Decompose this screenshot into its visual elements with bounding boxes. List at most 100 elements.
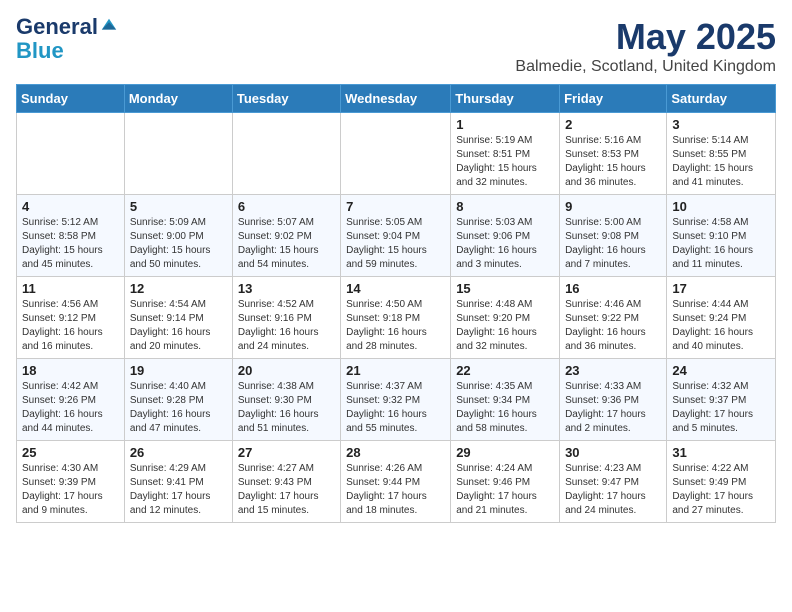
day-number: 14	[346, 281, 445, 296]
calendar-cell: 15 Sunrise: 4:48 AMSunset: 9:20 PMDayligh…	[451, 277, 560, 359]
calendar-cell: 20 Sunrise: 4:38 AMSunset: 9:30 PMDayligh…	[232, 359, 340, 441]
calendar-cell: 27 Sunrise: 4:27 AMSunset: 9:43 PMDayligh…	[232, 441, 340, 523]
day-info: Sunrise: 4:22 AMSunset: 9:49 PMDaylight:…	[672, 462, 770, 518]
day-number: 13	[238, 281, 335, 296]
day-info: Sunrise: 4:35 AMSunset: 9:34 PMDaylight:…	[456, 380, 554, 436]
day-number: 15	[456, 281, 554, 296]
calendar-week-3: 11 Sunrise: 4:56 AMSunset: 9:12 PMDayligh…	[17, 277, 776, 359]
day-info: Sunrise: 5:05 AMSunset: 9:04 PMDaylight:…	[346, 216, 445, 272]
day-number: 11	[22, 281, 119, 296]
calendar-cell: 2 Sunrise: 5:16 AMSunset: 8:53 PMDaylight…	[560, 113, 667, 195]
day-header-tuesday: Tuesday	[232, 85, 340, 113]
calendar-week-2: 4 Sunrise: 5:12 AMSunset: 8:58 PMDaylight…	[17, 195, 776, 277]
day-number: 23	[565, 363, 661, 378]
day-info: Sunrise: 4:40 AMSunset: 9:28 PMDaylight:…	[130, 380, 227, 436]
day-info: Sunrise: 4:42 AMSunset: 9:26 PMDaylight:…	[22, 380, 119, 436]
calendar-cell: 12 Sunrise: 4:54 AMSunset: 9:14 PMDayligh…	[124, 277, 232, 359]
calendar-table: SundayMondayTuesdayWednesdayThursdayFrid…	[16, 84, 776, 523]
month-title: May 2025	[515, 16, 776, 58]
day-number: 12	[130, 281, 227, 296]
calendar-cell: 14Sunrise: 4:50 AMSunset: 9:18 PMDayligh…	[341, 277, 451, 359]
calendar-cell: 17 Sunrise: 4:44 AMSunset: 9:24 PMDayligh…	[667, 277, 776, 359]
day-info: Sunrise: 4:30 AMSunset: 9:39 PMDaylight:…	[22, 462, 119, 518]
calendar-cell: 10 Sunrise: 4:58 AMSunset: 9:10 PMDayligh…	[667, 195, 776, 277]
calendar-cell	[124, 113, 232, 195]
calendar-cell: 18 Sunrise: 4:42 AMSunset: 9:26 PMDayligh…	[17, 359, 125, 441]
day-number: 25	[22, 445, 119, 460]
day-info: Sunrise: 5:12 AMSunset: 8:58 PMDaylight:…	[22, 216, 119, 272]
calendar-cell: 3 Sunrise: 5:14 AMSunset: 8:55 PMDaylight…	[667, 113, 776, 195]
calendar-cell: 13 Sunrise: 4:52 AMSunset: 9:16 PMDayligh…	[232, 277, 340, 359]
day-info: Sunrise: 5:16 AMSunset: 8:53 PMDaylight:…	[565, 134, 661, 190]
day-number: 5	[130, 199, 227, 214]
day-header-thursday: Thursday	[451, 85, 560, 113]
logo-icon	[100, 17, 118, 35]
day-info: Sunrise: 5:09 AMSunset: 9:00 PMDaylight:…	[130, 216, 227, 272]
day-info: Sunrise: 5:03 AMSunset: 9:06 PMDaylight:…	[456, 216, 554, 272]
day-header-monday: Monday	[124, 85, 232, 113]
day-info: Sunrise: 4:58 AMSunset: 9:10 PMDaylight:…	[672, 216, 770, 272]
day-number: 9	[565, 199, 661, 214]
day-number: 10	[672, 199, 770, 214]
calendar-week-1: 1 Sunrise: 5:19 AMSunset: 8:51 PMDaylight…	[17, 113, 776, 195]
calendar-cell: 1 Sunrise: 5:19 AMSunset: 8:51 PMDaylight…	[451, 113, 560, 195]
calendar-cell: 16Sunrise: 4:46 AMSunset: 9:22 PMDayligh…	[560, 277, 667, 359]
day-info: Sunrise: 4:33 AMSunset: 9:36 PMDaylight:…	[565, 380, 661, 436]
day-info: Sunrise: 4:37 AMSunset: 9:32 PMDaylight:…	[346, 380, 445, 436]
day-number: 17	[672, 281, 770, 296]
calendar-cell: 4 Sunrise: 5:12 AMSunset: 8:58 PMDaylight…	[17, 195, 125, 277]
day-number: 22	[456, 363, 554, 378]
calendar-cell: 22 Sunrise: 4:35 AMSunset: 9:34 PMDayligh…	[451, 359, 560, 441]
header: General Blue May 2025 Balmedie, Scotland…	[16, 16, 776, 76]
day-number: 20	[238, 363, 335, 378]
calendar-cell: 21Sunrise: 4:37 AMSunset: 9:32 PMDayligh…	[341, 359, 451, 441]
calendar-cell: 25 Sunrise: 4:30 AMSunset: 9:39 PMDayligh…	[17, 441, 125, 523]
day-info: Sunrise: 4:38 AMSunset: 9:30 PMDaylight:…	[238, 380, 335, 436]
day-info: Sunrise: 4:23 AMSunset: 9:47 PMDaylight:…	[565, 462, 661, 518]
calendar-header-row: SundayMondayTuesdayWednesdayThursdayFrid…	[17, 85, 776, 113]
calendar-cell: 19Sunrise: 4:40 AMSunset: 9:28 PMDayligh…	[124, 359, 232, 441]
day-header-sunday: Sunday	[17, 85, 125, 113]
calendar-cell: 6Sunrise: 5:07 AMSunset: 9:02 PMDaylight…	[232, 195, 340, 277]
day-info: Sunrise: 4:56 AMSunset: 9:12 PMDaylight:…	[22, 298, 119, 354]
calendar-cell: 7 Sunrise: 5:05 AMSunset: 9:04 PMDaylight…	[341, 195, 451, 277]
day-info: Sunrise: 4:24 AMSunset: 9:46 PMDaylight:…	[456, 462, 554, 518]
calendar-cell: 11 Sunrise: 4:56 AMSunset: 9:12 PMDayligh…	[17, 277, 125, 359]
day-info: Sunrise: 4:46 AMSunset: 9:22 PMDaylight:…	[565, 298, 661, 354]
day-info: Sunrise: 5:19 AMSunset: 8:51 PMDaylight:…	[456, 134, 554, 190]
day-info: Sunrise: 5:14 AMSunset: 8:55 PMDaylight:…	[672, 134, 770, 190]
calendar-cell: 29 Sunrise: 4:24 AMSunset: 9:46 PMDayligh…	[451, 441, 560, 523]
day-number: 3	[672, 117, 770, 132]
calendar-cell: 31Sunrise: 4:22 AMSunset: 9:49 PMDayligh…	[667, 441, 776, 523]
day-number: 28	[346, 445, 445, 460]
logo: General Blue	[16, 16, 118, 64]
day-number: 29	[456, 445, 554, 460]
day-number: 24	[672, 363, 770, 378]
calendar-cell: 28Sunrise: 4:26 AMSunset: 9:44 PMDayligh…	[341, 441, 451, 523]
day-number: 2	[565, 117, 661, 132]
day-info: Sunrise: 4:27 AMSunset: 9:43 PMDaylight:…	[238, 462, 335, 518]
logo-general-text: General	[16, 16, 98, 38]
location-title: Balmedie, Scotland, United Kingdom	[515, 58, 776, 76]
calendar-cell: 9Sunrise: 5:00 AMSunset: 9:08 PMDaylight…	[560, 195, 667, 277]
day-info: Sunrise: 4:54 AMSunset: 9:14 PMDaylight:…	[130, 298, 227, 354]
day-info: Sunrise: 4:44 AMSunset: 9:24 PMDaylight:…	[672, 298, 770, 354]
logo-blue-text: Blue	[16, 38, 64, 63]
day-number: 4	[22, 199, 119, 214]
day-header-wednesday: Wednesday	[341, 85, 451, 113]
day-info: Sunrise: 4:48 AMSunset: 9:20 PMDaylight:…	[456, 298, 554, 354]
day-number: 18	[22, 363, 119, 378]
day-number: 1	[456, 117, 554, 132]
calendar-cell: 8Sunrise: 5:03 AMSunset: 9:06 PMDaylight…	[451, 195, 560, 277]
calendar-cell	[17, 113, 125, 195]
calendar-cell	[232, 113, 340, 195]
day-info: Sunrise: 5:07 AMSunset: 9:02 PMDaylight:…	[238, 216, 335, 272]
day-number: 7	[346, 199, 445, 214]
calendar-cell	[341, 113, 451, 195]
calendar-cell: 23 Sunrise: 4:33 AMSunset: 9:36 PMDayligh…	[560, 359, 667, 441]
day-info: Sunrise: 4:32 AMSunset: 9:37 PMDaylight:…	[672, 380, 770, 436]
day-info: Sunrise: 4:52 AMSunset: 9:16 PMDaylight:…	[238, 298, 335, 354]
calendar-cell: 30Sunrise: 4:23 AMSunset: 9:47 PMDayligh…	[560, 441, 667, 523]
calendar-week-5: 25 Sunrise: 4:30 AMSunset: 9:39 PMDayligh…	[17, 441, 776, 523]
day-number: 27	[238, 445, 335, 460]
